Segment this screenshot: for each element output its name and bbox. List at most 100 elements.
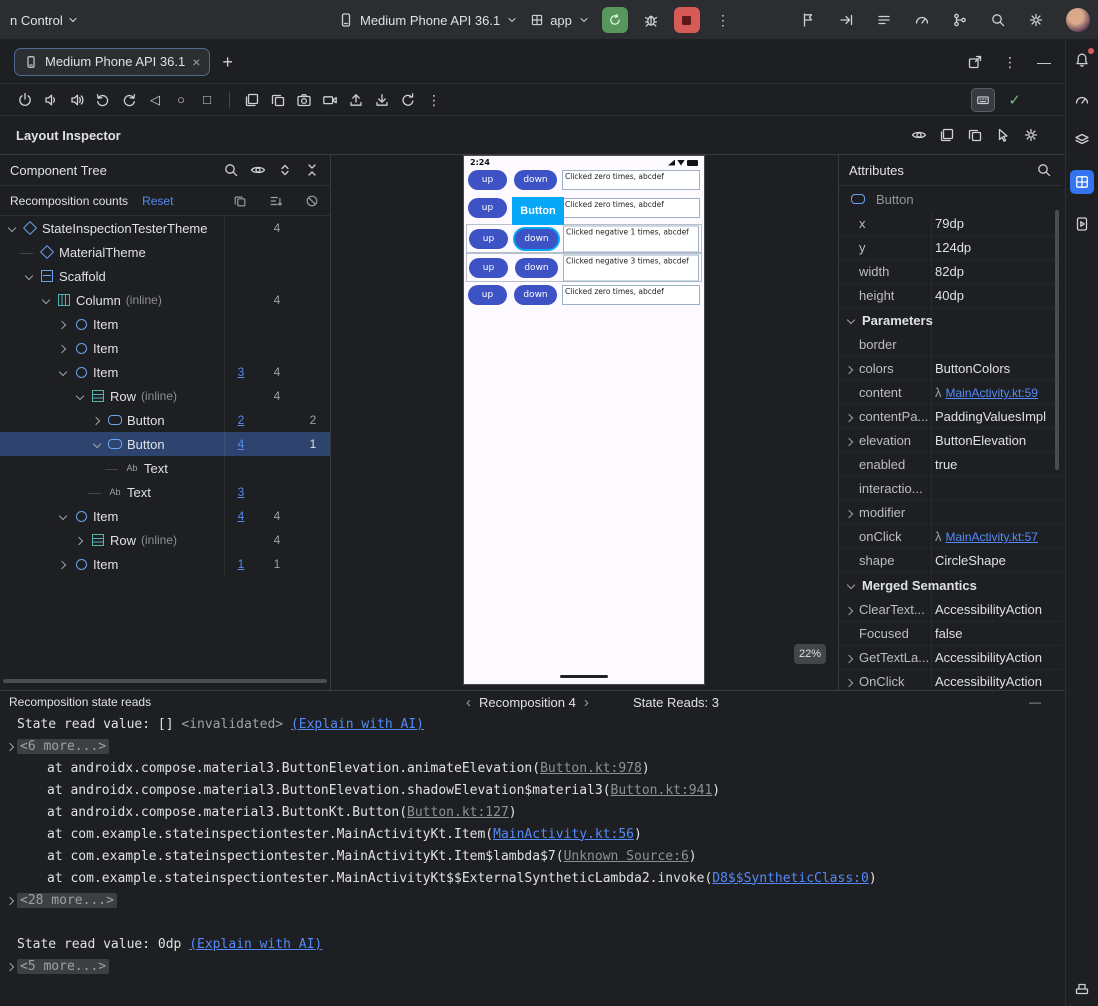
attribute-row[interactable]: elevation ButtonElevation [839, 429, 1062, 453]
recomposition-count-link[interactable]: 3 [232, 485, 250, 499]
layers-icon[interactable] [939, 127, 955, 143]
chevron-down-icon[interactable] [847, 316, 856, 325]
revert-icon[interactable] [399, 91, 417, 109]
chevron-down-icon[interactable] [25, 272, 34, 281]
tree-row[interactable]: Column (inline) 4 [0, 288, 330, 312]
next-recomposition-icon[interactable]: › [584, 695, 589, 710]
chevron-right-icon[interactable] [846, 606, 855, 615]
debug-button[interactable] [640, 7, 662, 33]
event-list-icon[interactable] [876, 12, 892, 28]
tree-row[interactable]: Button 4 1 [0, 432, 330, 456]
power-icon[interactable] [16, 91, 34, 109]
share-arrow-icon[interactable] [838, 12, 854, 28]
chevron-down-icon[interactable] [76, 392, 85, 401]
chevron-right-icon[interactable] [7, 962, 16, 971]
device-tab[interactable]: Medium Phone API 36.1 × [14, 47, 211, 76]
layout-inspector-tool-icon[interactable] [1070, 170, 1094, 194]
source-link[interactable]: MainActivity.kt:59 [946, 386, 1038, 400]
attribute-row[interactable]: modifier [839, 501, 1062, 525]
volume-up-icon[interactable] [68, 91, 86, 109]
recomposition-count-link[interactable]: 4 [232, 509, 250, 523]
down-button[interactable]: down [515, 228, 558, 249]
attribute-row[interactable]: border [839, 333, 1062, 357]
up-button[interactable]: up [468, 285, 507, 305]
device-selector[interactable]: Medium Phone API 36.1 [338, 12, 518, 28]
gear-icon[interactable] [1023, 127, 1039, 143]
hardware-input-toggle[interactable] [971, 87, 996, 112]
tray-icon[interactable] [1072, 978, 1092, 998]
up-button[interactable]: up [469, 228, 508, 249]
eye-icon[interactable] [250, 162, 266, 178]
screenshot-layers-icon[interactable] [243, 91, 261, 109]
chevron-right-icon[interactable] [59, 344, 68, 353]
search-icon[interactable] [990, 12, 1006, 28]
attribute-row[interactable]: ClearText... AccessibilityAction [839, 598, 1062, 622]
attribute-row[interactable]: OnClick AccessibilityAction [839, 670, 1062, 690]
attribute-row[interactable]: height 40dp [839, 284, 1062, 308]
search-icon[interactable] [223, 162, 239, 178]
attribute-row[interactable]: shape CircleShape [839, 549, 1062, 573]
home-icon[interactable]: ○ [172, 91, 190, 109]
tree-row[interactable]: Row (inline) 4 [0, 528, 330, 552]
fold-label[interactable]: <28 more...> [17, 892, 117, 908]
upload-icon[interactable] [347, 91, 365, 109]
hide-panel-icon[interactable]: — [1037, 55, 1051, 69]
tree-row[interactable]: Item [0, 336, 330, 360]
expand-all-icon[interactable] [277, 162, 293, 178]
kebab-icon[interactable]: ⋮ [425, 91, 443, 109]
up-button[interactable]: up [468, 197, 507, 218]
reset-counts-link[interactable]: Reset [142, 194, 173, 208]
gear-icon[interactable] [1028, 12, 1044, 28]
tree-row[interactable]: Item 4 4 [0, 504, 330, 528]
source-link[interactable]: Button.kt:978 [540, 761, 642, 776]
horizontal-scrollbar[interactable] [3, 679, 327, 683]
chevron-right-icon[interactable] [846, 437, 855, 446]
attribute-row[interactable]: contentPa... PaddingValuesImpl [839, 405, 1062, 429]
source-link[interactable]: Unknown Source:6 [564, 849, 689, 864]
tree-row[interactable]: Item [0, 312, 330, 336]
chevron-right-icon[interactable] [846, 413, 855, 422]
chevron-right-icon[interactable] [59, 320, 68, 329]
tree-row[interactable]: Scaffold [0, 264, 330, 288]
kebab-icon[interactable]: ⋮ [1003, 55, 1017, 69]
fold-label[interactable]: <5 more...> [17, 958, 110, 974]
bell-icon[interactable] [1072, 48, 1094, 70]
attributes-section-header[interactable]: Merged Semantics [839, 573, 1062, 598]
attribute-row[interactable]: GetTextLa... AccessibilityAction [839, 646, 1062, 670]
collapse-all-icon[interactable] [304, 162, 320, 178]
chevron-right-icon[interactable] [59, 560, 68, 569]
vertical-scrollbar[interactable] [1055, 210, 1059, 470]
down-button[interactable]: down [514, 285, 557, 305]
chevron-right-icon[interactable] [846, 678, 855, 687]
attribute-row[interactable]: enabled true [839, 453, 1062, 477]
attribute-row[interactable]: x 79dp [839, 212, 1062, 236]
down-button[interactable]: down [514, 169, 557, 190]
previous-recomposition-icon[interactable]: ‹ [466, 695, 471, 710]
source-link[interactable]: MainActivity.kt:56 [493, 827, 634, 842]
open-in-new-window-icon[interactable] [967, 54, 983, 70]
down-button[interactable]: down [515, 257, 558, 278]
tree-row[interactable]: Item 3 4 [0, 360, 330, 384]
source-link[interactable]: Button.kt:127 [407, 805, 509, 820]
stop-button[interactable] [673, 7, 700, 33]
chevron-right-icon[interactable] [846, 654, 855, 663]
overview-icon[interactable]: □ [198, 91, 216, 109]
flag-icon[interactable] [800, 12, 816, 28]
chevron-down-icon[interactable] [42, 296, 51, 305]
rotate-left-icon[interactable] [94, 91, 112, 109]
chevron-right-icon[interactable] [846, 365, 855, 374]
pick-element-icon[interactable] [995, 127, 1011, 143]
rotate-right-icon[interactable] [120, 91, 138, 109]
download-icon[interactable] [373, 91, 391, 109]
attribute-row[interactable]: content λ MainActivity.kt:59 [839, 381, 1062, 405]
menu-version-control[interactable]: n Control [10, 0, 79, 40]
recomposition-count-link[interactable]: 2 [232, 413, 250, 427]
branch-icon[interactable] [952, 12, 968, 28]
chevron-right-icon[interactable] [76, 536, 85, 545]
device-screen[interactable]: 2:24 updownClicked zero times, abcdefupd… [463, 155, 705, 685]
attribute-row[interactable]: colors ButtonColors [839, 357, 1062, 381]
search-icon[interactable] [1036, 162, 1052, 178]
attributes-section-header[interactable]: Parameters [839, 308, 1062, 333]
tree-row[interactable]: Row (inline) 4 [0, 384, 330, 408]
tree-row[interactable]: StateInspectionTesterTheme 4 [0, 216, 330, 240]
